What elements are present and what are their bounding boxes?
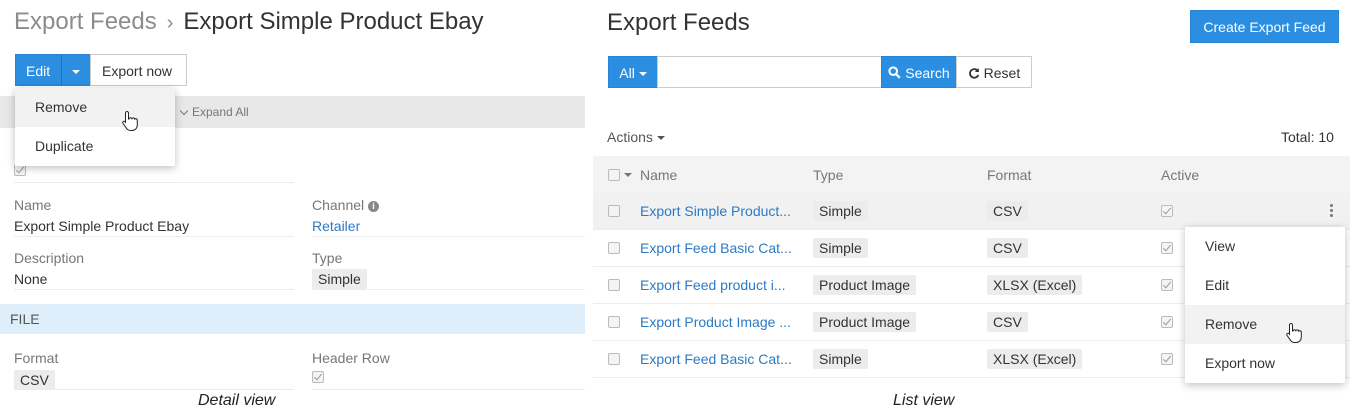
row-format-badge: CSV [987,312,1028,332]
search-icon [888,66,901,79]
total-count: Total: 10 [1281,129,1334,145]
row-active-checkbox [1161,353,1173,365]
filter-dropdown[interactable]: All [608,56,658,88]
reset-icon [968,68,979,79]
row-checkbox[interactable] [608,205,620,217]
hand-cursor-icon [122,110,138,131]
detail-view: Export Feeds › Export Simple Product Ebay … [0,0,585,413]
reset-label: Reset [983,65,1021,81]
row-name-link[interactable]: Export Feed Basic Cat... [640,351,792,367]
row-format-badge: XLSX (Excel) [987,349,1083,369]
type-badge: Simple [312,269,367,289]
description-label: Description [14,250,85,266]
row-name-link[interactable]: Export Feed product i... [640,277,786,293]
header-row-label: Header Row [312,350,390,366]
menu-item-remove[interactable]: Remove [15,88,175,127]
row-checkbox[interactable] [608,279,620,291]
menu-item-edit[interactable]: Edit [1185,266,1345,305]
channel-label-text: Channel [312,197,365,213]
header-row-checkbox[interactable] [312,371,324,383]
column-header-name[interactable]: Name [640,167,677,183]
channel-label: Channel i [312,197,380,213]
name-value: Export Simple Product Ebay [14,218,190,234]
row-type-badge: Simple [813,349,868,369]
actions-dropdown[interactable]: Actions [607,129,665,145]
menu-item-remove[interactable]: Remove [1185,305,1345,344]
divider [14,182,294,183]
row-name-link[interactable]: Export Simple Product... [640,203,791,219]
menu-item-duplicate[interactable]: Duplicate [15,127,175,166]
column-header-active[interactable]: Active [1161,167,1199,183]
row-active-checkbox [1161,316,1173,328]
select-all-checkbox[interactable] [608,169,620,181]
row-action-menu: View Edit Remove Export now [1185,227,1345,383]
row-name-link[interactable]: Export Feed Basic Cat... [640,240,792,256]
description-value: None [14,271,48,287]
divider [312,236,585,237]
row-checkbox[interactable] [608,353,620,365]
format-label: Format [14,350,59,366]
breadcrumb: Export Feeds › Export Simple Product Ebay [14,8,484,36]
edit-dropdown-toggle[interactable] [61,54,91,86]
caret-down-icon [656,136,665,141]
row-checkbox[interactable] [608,242,620,254]
format-badge: CSV [14,370,55,390]
divider [312,389,585,390]
row-active-checkbox [1161,242,1173,254]
row-type-badge: Simple [813,201,868,221]
caret-down-icon[interactable] [624,173,632,177]
name-label: Name [14,197,52,213]
caret-down-icon [638,72,647,77]
search-label: Search [905,65,950,81]
search-button[interactable]: Search [881,56,957,88]
divider [14,289,294,290]
row-type-badge: Simple [813,238,868,258]
reset-button[interactable]: Reset [956,56,1032,88]
edit-dropdown-menu: Remove Duplicate [15,88,175,166]
expand-all-link[interactable]: Expand All [179,105,249,119]
file-section-header: FILE [0,304,585,334]
breadcrumb-parent-link[interactable]: Export Feeds [14,8,157,35]
row-checkbox[interactable] [608,316,620,328]
row-format-badge: CSV [987,238,1028,258]
divider [14,236,294,237]
channel-link[interactable]: Retailer [312,218,360,234]
search-input[interactable] [657,56,882,88]
row-type-badge: Product Image [813,312,917,332]
divider [14,389,294,390]
table-row[interactable]: Export Simple Product... Simple CSV [593,193,1350,230]
list-page-title: Export Feeds [607,9,750,36]
actions-label: Actions [607,129,653,145]
column-header-type[interactable]: Type [813,167,843,183]
column-header-format[interactable]: Format [987,167,1031,183]
caret-down-icon [72,70,80,75]
filter-label: All [619,65,635,81]
row-name-link[interactable]: Export Product Image ... [640,314,791,330]
row-format-badge: XLSX (Excel) [987,275,1083,295]
export-now-button[interactable]: Export now [90,54,187,86]
row-format-badge: CSV [987,201,1028,221]
page-title: Export Simple Product Ebay [183,8,484,35]
list-view: Export Feeds Create Export Feed All Sear… [593,0,1350,413]
chevron-down-icon [179,106,189,116]
row-type-badge: Product Image [813,275,917,295]
table-header: Name Type Format Active [593,156,1350,193]
menu-item-view[interactable]: View [1185,227,1345,266]
hand-cursor-icon [1286,322,1302,343]
expand-all-label: Expand All [192,105,249,119]
edit-button[interactable]: Edit [15,54,62,86]
breadcrumb-separator: › [166,12,174,34]
row-active-checkbox [1161,205,1173,217]
create-export-feed-button[interactable]: Create Export Feed [1190,10,1339,43]
divider [312,289,585,290]
info-icon: i [368,201,380,212]
list-view-caption: List view [893,392,955,410]
type-label: Type [312,250,343,266]
detail-view-caption: Detail view [198,392,276,409]
row-actions-kebab-icon[interactable] [1330,204,1333,219]
row-active-checkbox [1161,279,1173,291]
menu-item-export-now[interactable]: Export now [1185,344,1345,383]
